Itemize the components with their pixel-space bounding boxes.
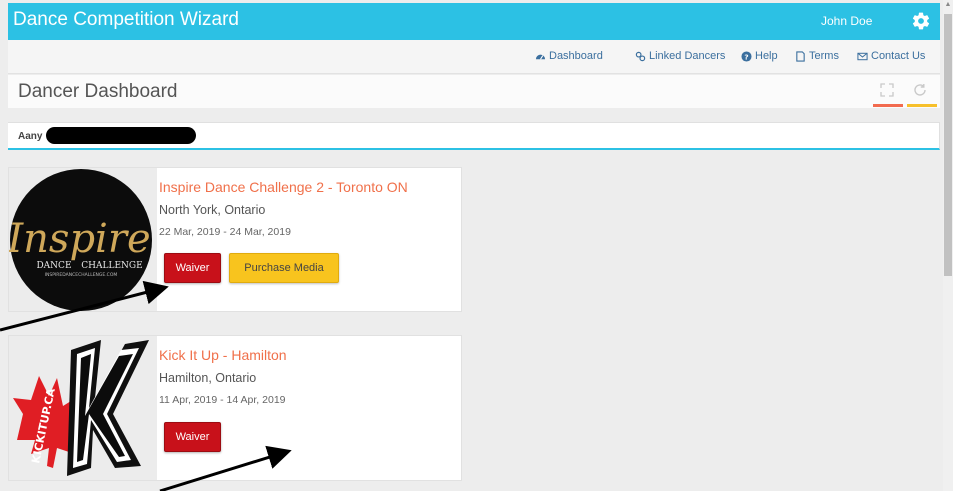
redaction-mark <box>46 127 196 144</box>
waiver-button[interactable]: Waiver <box>164 422 221 452</box>
event-dates: 22 Mar, 2019 - 24 Mar, 2019 <box>159 226 291 238</box>
svg-text:?: ? <box>744 52 748 61</box>
gear-icon[interactable] <box>911 11 931 31</box>
help-icon: ? <box>741 50 752 62</box>
refresh-icon[interactable] <box>913 83 927 97</box>
nav-terms[interactable]: Terms <box>795 50 839 62</box>
event-location: North York, Ontario <box>159 203 266 217</box>
nav-help[interactable]: ? Help <box>741 50 778 62</box>
svg-text:Inspire: Inspire <box>9 216 151 262</box>
svg-text:INSPIREDANCECHALLENGE.COM: INSPIREDANCECHALLENGE.COM <box>45 272 118 278</box>
scroll-up-arrow[interactable]: ▲ <box>944 1 952 11</box>
nav-linked-dancers-label: Linked Dancers <box>649 50 726 62</box>
event-card: Inspire DANCE CHALLENGE INSPIREDANCECHAL… <box>6 167 462 312</box>
dancer-name-bar[interactable]: Aany <box>8 122 940 150</box>
nav-bar: Dashboard Linked Dancers ? Help Terms Co… <box>8 40 940 74</box>
nav-linked-dancers[interactable]: Linked Dancers <box>635 50 725 62</box>
app-title[interactable]: Dance Competition Wizard <box>13 9 239 31</box>
purchase-media-button[interactable]: Purchase Media <box>229 253 339 283</box>
kickitup-logo: KICKITUP.CA <box>13 340 149 476</box>
envelope-icon <box>857 52 868 60</box>
nav-contact-us-label: Contact Us <box>871 50 926 62</box>
nav-dashboard[interactable]: Dashboard <box>535 50 603 62</box>
link-icon <box>635 51 646 61</box>
event-card: KICKITUP.CA Kick It Up - Hamilton Hamilt… <box>8 335 462 481</box>
refresh-underline <box>907 104 937 107</box>
dancer-name: Aany <box>18 131 43 142</box>
page-scrollbar[interactable]: ▲ <box>943 0 953 491</box>
event-dates: 11 Apr, 2019 - 14 Apr, 2019 <box>159 394 286 406</box>
event-location: Hamilton, Ontario <box>159 371 257 385</box>
event-title[interactable]: Kick It Up - Hamilton <box>159 347 287 363</box>
waiver-button[interactable]: Waiver <box>164 253 221 283</box>
fullscreen-underline <box>873 104 903 107</box>
fullscreen-icon[interactable] <box>880 83 894 97</box>
svg-text:CHALLENGE: CHALLENGE <box>81 261 142 271</box>
top-bar: Dance Competition Wizard John Doe <box>8 3 940 40</box>
event-logo: Inspire DANCE CHALLENGE INSPIREDANCECHAL… <box>6 168 157 311</box>
app-window: Dance Competition Wizard John Doe Dashbo… <box>0 0 953 491</box>
nav-dashboard-label: Dashboard <box>549 50 603 62</box>
dashboard-icon <box>535 54 546 60</box>
nav-contact-us[interactable]: Contact Us <box>857 50 925 62</box>
user-menu[interactable]: John Doe <box>821 14 872 28</box>
document-icon <box>796 50 805 62</box>
nav-terms-label: Terms <box>809 50 839 62</box>
event-logo: KICKITUP.CA <box>9 336 157 480</box>
event-title[interactable]: Inspire Dance Challenge 2 - Toronto ON <box>159 179 408 195</box>
page-header: Dancer Dashboard <box>8 75 940 108</box>
page-title: Dancer Dashboard <box>18 81 178 102</box>
inspire-logo: Inspire DANCE CHALLENGE INSPIREDANCECHAL… <box>6 169 152 311</box>
nav-help-label: Help <box>755 50 778 62</box>
svg-text:DANCE: DANCE <box>36 261 71 271</box>
scroll-thumb[interactable] <box>944 14 952 276</box>
